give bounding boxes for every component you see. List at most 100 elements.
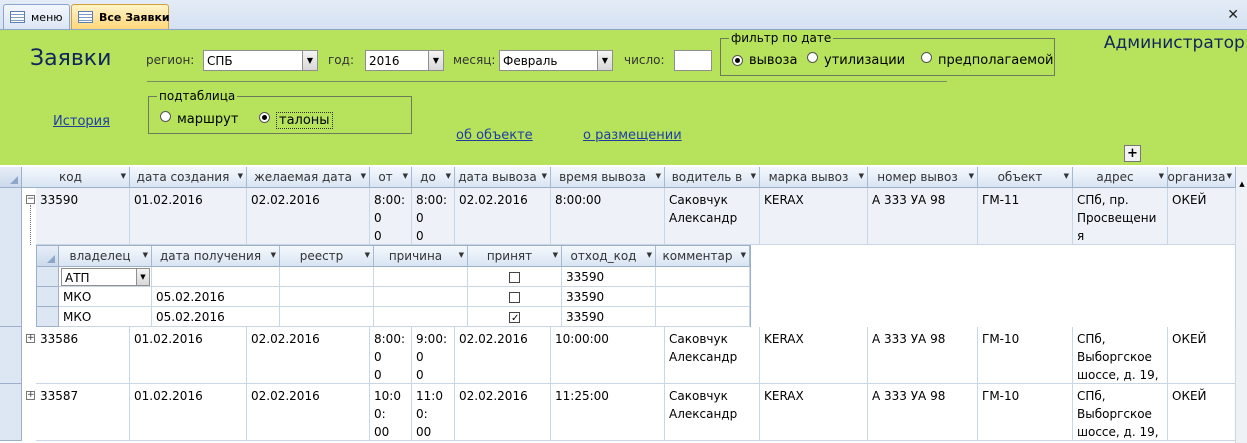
cell-to[interactable]: 9:00:0 0 [412, 327, 455, 384]
cell-desired[interactable]: 02.02.2016 [247, 384, 370, 441]
cell-truck-number[interactable]: А 333 УА 98 [868, 384, 978, 441]
chevron-down-icon[interactable]: ▼ [136, 269, 149, 285]
sub-cell-accepted[interactable] [468, 307, 562, 327]
column-header-created[interactable]: дата создания ▼ [130, 167, 247, 188]
sub-cell-received-date[interactable] [152, 267, 280, 287]
cell-organization[interactable]: ОКЕЙ [1168, 188, 1236, 245]
sub-cell-accepted[interactable] [468, 287, 562, 307]
cell-object[interactable]: ГМ-10 [978, 327, 1073, 384]
sub-column-header-comment[interactable]: комментар ▼ [656, 246, 750, 267]
sort-filter-icon[interactable]: ▼ [365, 251, 370, 259]
radio-icon[interactable] [160, 111, 171, 122]
radio-disposal[interactable]: утилизации [807, 50, 905, 68]
cell-desired[interactable]: 02.02.2016 [247, 188, 370, 245]
owner-select[interactable]: АТП ▼ [61, 268, 150, 286]
checkbox[interactable] [509, 292, 520, 303]
sort-filter-icon[interactable]: ▼ [1064, 172, 1069, 180]
sub-cell-received-date[interactable]: 05.02.2016 [152, 307, 280, 327]
radio-export[interactable]: вывоза [732, 53, 797, 68]
column-header-desired[interactable]: желаемая дата ▼ [247, 167, 370, 188]
sort-filter-icon[interactable]: ▼ [656, 172, 661, 180]
sort-filter-icon[interactable]: ▼ [143, 251, 148, 259]
vertical-scrollbar[interactable]: ▲ [1235, 167, 1247, 443]
select-all-corner[interactable] [0, 167, 22, 188]
sub-column-header-reason[interactable]: причина ▼ [374, 246, 468, 267]
cell-export-date[interactable]: 02.02.2016 [455, 188, 551, 245]
cell-to[interactable]: 11:00: 00 [412, 384, 455, 441]
chevron-down-icon[interactable]: ▼ [302, 51, 317, 70]
cell-created[interactable]: 01.02.2016 [130, 327, 247, 384]
column-header-truck-model[interactable]: марка вывоз ▼ [760, 167, 868, 188]
expand-icon[interactable]: + [26, 334, 35, 343]
sub-cell-comment[interactable] [656, 307, 750, 327]
row-selector[interactable] [0, 384, 22, 441]
row-selector[interactable] [0, 188, 22, 327]
sort-filter-icon[interactable]: ▼ [403, 172, 408, 180]
column-header-driver[interactable]: водитель в ▼ [665, 167, 760, 188]
column-header-export-time[interactable]: время вывоза ▼ [551, 167, 665, 188]
object-link[interactable]: об объекте [456, 128, 533, 143]
cell-to[interactable]: 8:00:0 0 [412, 188, 455, 245]
sub-cell-registry[interactable] [280, 307, 374, 327]
cell-driver[interactable]: Саковчук Александр [665, 188, 760, 245]
cell-code[interactable]: 33586 [36, 327, 130, 384]
radio-icon[interactable] [921, 52, 932, 63]
sub-cell-owner[interactable]: МКО [59, 287, 152, 307]
cell-export-date[interactable]: 02.02.2016 [455, 384, 551, 441]
tab-all-requests[interactable]: Все Заявки [71, 4, 170, 29]
sub-column-header-registry[interactable]: реестр ▼ [280, 246, 374, 267]
cell-address[interactable]: СПб, Выборгское шоссе, д. 19, [1073, 384, 1168, 441]
sub-select-all-corner[interactable] [37, 246, 59, 267]
sub-cell-reason[interactable] [374, 267, 468, 287]
sub-cell-owner[interactable]: МКО [59, 307, 152, 327]
sub-cell-registry[interactable] [280, 267, 374, 287]
sub-cell-owner[interactable]: АТП ▼ [59, 267, 152, 287]
sub-cell-comment[interactable] [656, 267, 750, 287]
close-icon[interactable]: ✕ [1227, 7, 1239, 23]
collapse-icon[interactable]: − [26, 195, 35, 204]
sub-cell-received-date[interactable]: 05.02.2016 [152, 287, 280, 307]
sub-column-header-received-date[interactable]: дата получения ▼ [152, 246, 280, 267]
checkbox[interactable] [509, 272, 520, 283]
cell-truck-number[interactable]: А 333 УА 98 [868, 188, 978, 245]
cell-export-time[interactable]: 10:00:00 [551, 327, 665, 384]
radio-coupons[interactable]: талоны [259, 109, 333, 129]
cell-export-time[interactable]: 11:25:00 [551, 384, 665, 441]
expand-icon[interactable]: + [26, 391, 35, 400]
sort-filter-icon[interactable]: ▼ [238, 172, 243, 180]
cell-created[interactable]: 01.02.2016 [130, 188, 247, 245]
radio-icon[interactable] [259, 112, 270, 123]
checkbox[interactable] [509, 310, 520, 326]
sort-filter-icon[interactable]: ▼ [542, 172, 547, 180]
history-link[interactable]: История [53, 114, 110, 129]
cell-created[interactable]: 01.02.2016 [130, 384, 247, 441]
sort-filter-icon[interactable]: ▼ [1227, 172, 1232, 180]
chevron-down-icon[interactable]: ▼ [597, 51, 612, 70]
cell-organization[interactable]: ОКЕЙ [1168, 384, 1236, 441]
cell-organization[interactable]: ОКЕЙ [1168, 327, 1236, 384]
sub-column-header-waste-code[interactable]: отход_код ▼ [562, 246, 656, 267]
cell-truck-model[interactable]: KERAX [760, 327, 868, 384]
column-header-organization[interactable]: организа ▼ [1168, 167, 1236, 188]
sort-filter-icon[interactable]: ▼ [751, 172, 756, 180]
region-select[interactable]: СПБ ▼ [203, 50, 318, 71]
cell-export-date[interactable]: 02.02.2016 [455, 327, 551, 384]
year-select[interactable]: 2016 ▼ [365, 50, 444, 71]
radio-expected[interactable]: предполагаемой [921, 50, 1053, 68]
column-header-address[interactable]: адрес ▼ [1073, 167, 1168, 188]
cell-truck-model[interactable]: KERAX [760, 384, 868, 441]
cell-export-time[interactable]: 8:00:00 [551, 188, 665, 245]
radio-icon[interactable] [807, 52, 818, 63]
cell-desired[interactable]: 02.02.2016 [247, 327, 370, 384]
cell-driver[interactable]: Саковчук Александр [665, 384, 760, 441]
sub-cell-comment[interactable] [656, 287, 750, 307]
sub-row-selector[interactable] [37, 267, 59, 287]
radio-route[interactable]: маршрут [160, 109, 238, 127]
sort-filter-icon[interactable]: ▼ [741, 251, 746, 259]
cell-code[interactable]: 33590 [36, 188, 130, 245]
column-header-truck-number[interactable]: номер вывоз ▼ [868, 167, 978, 188]
cell-object[interactable]: ГМ-11 [978, 188, 1073, 245]
chevron-down-icon[interactable]: ▼ [428, 51, 443, 70]
sub-cell-waste-code[interactable]: 33590 [562, 267, 656, 287]
cell-address[interactable]: СПб, пр. Просвещения , д.80, корп. [1073, 188, 1168, 245]
